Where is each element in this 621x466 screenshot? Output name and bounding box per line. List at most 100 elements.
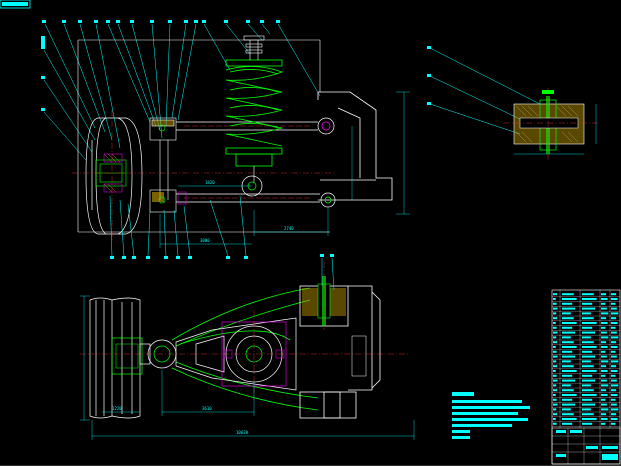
parts-list-cell [582,394,597,396]
parts-list-cell [562,350,573,353]
parts-list-cell [562,302,573,305]
parts-list-cell [562,370,577,372]
parts-list-cell [601,336,609,339]
dim-front-3: 3000 [200,238,210,243]
parts-list-cell [553,418,556,420]
parts-list-cell [601,355,607,358]
parts-list-cell [582,302,593,305]
detail-view [427,46,598,160]
parts-list-cell [601,350,606,353]
parts-list-cell [582,365,594,368]
parts-list-cell [611,326,616,329]
parts-list-cell [582,350,593,353]
wheel-front [85,117,143,235]
parts-list-cell [562,365,574,368]
parts-list-cell [582,408,591,411]
parts-list-cell [553,326,557,329]
frame-bracket [317,91,393,201]
parts-list-cell [611,365,617,368]
parts-list-cell [562,326,573,329]
parts-list-cell [611,422,616,425]
parts-list-cell [601,298,608,300]
parts-list-cell [582,341,594,344]
parts-list-cell [553,298,556,300]
parts-list-cell [601,317,607,320]
parts-list-cell [611,317,617,320]
parts-list [552,293,620,427]
parts-list-cell [601,394,608,396]
parts-list-cell [611,307,617,310]
coil-spring [225,59,284,167]
parts-list-cell [601,418,608,420]
parts-list-cell [562,298,577,300]
parts-list-cell [611,408,619,411]
parts-list-cell [601,365,607,368]
parts-list-cell [601,374,606,377]
parts-list-cell [601,384,609,387]
parts-list-cell [562,403,576,406]
parts-list-cell [582,317,594,320]
parts-list-cell [562,418,577,420]
parts-list-cell [553,317,558,320]
parts-list-cell [601,389,607,392]
dim-top-1: 1220 [112,406,122,411]
parts-list-cell [582,326,593,329]
parts-list-cell [611,413,617,416]
parts-list-cell [611,312,619,315]
parts-list-cell [562,360,571,363]
parts-list-cell [562,336,571,339]
parts-list-cell [562,317,574,320]
front-vertical-dimensions [351,91,410,215]
parts-list-cell [553,307,558,310]
parts-list-cell [553,350,557,353]
parts-list-cell [582,355,596,358]
parts-list-cell [611,384,619,387]
wheel-top [89,297,141,419]
parts-list-cell [562,398,573,401]
parts-list-cell [601,302,606,305]
parts-list-cell [582,346,597,348]
parts-list-cell [611,403,617,406]
parts-list-cell [611,418,618,420]
parts-list-cell [582,298,597,300]
parts-list-cell [611,374,616,377]
parts-list-cell [562,408,571,411]
parts-list-cell [582,403,596,406]
parts-list-cell [601,403,607,406]
parts-list-cell [553,365,558,368]
parts-list-cell [582,360,591,363]
technical-notes [452,392,530,439]
parts-list-cell [582,374,593,377]
parts-list-cell [553,336,557,339]
dim-top-overall: 10620 [236,430,249,435]
parts-list-cell [553,341,558,344]
parts-list-cell [611,379,617,382]
parts-list-cell [553,370,556,372]
parts-list-cell [562,331,576,334]
parts-list-cell [601,360,609,363]
parts-list-cell [611,346,618,348]
parts-list-cell [582,370,597,372]
parts-list-cell [553,374,557,377]
parts-list-cell [553,346,556,348]
parts-list-cell [553,312,557,315]
dim-top-2: 3610 [202,406,212,411]
parts-list-cell [553,422,557,425]
parts-list-cell [562,422,573,425]
front-leaders-top [43,23,321,161]
parts-list-cell [553,394,556,396]
parts-list-cell [562,389,574,392]
front-view: 1820 2740 3000 [41,20,410,259]
parts-list-cell [601,322,608,324]
parts-list-cell [553,398,557,401]
parts-list-cell [553,331,558,334]
parts-list-cell [601,413,607,416]
parts-list-cell [553,355,558,358]
parts-list-cell [601,293,607,296]
dim-front-1: 1820 [205,180,215,185]
parts-list-cell [582,312,591,315]
parts-list-cell [611,394,618,396]
parts-list-cell [601,307,607,310]
parts-list-cell [611,355,617,358]
parts-list-cell [562,374,573,377]
